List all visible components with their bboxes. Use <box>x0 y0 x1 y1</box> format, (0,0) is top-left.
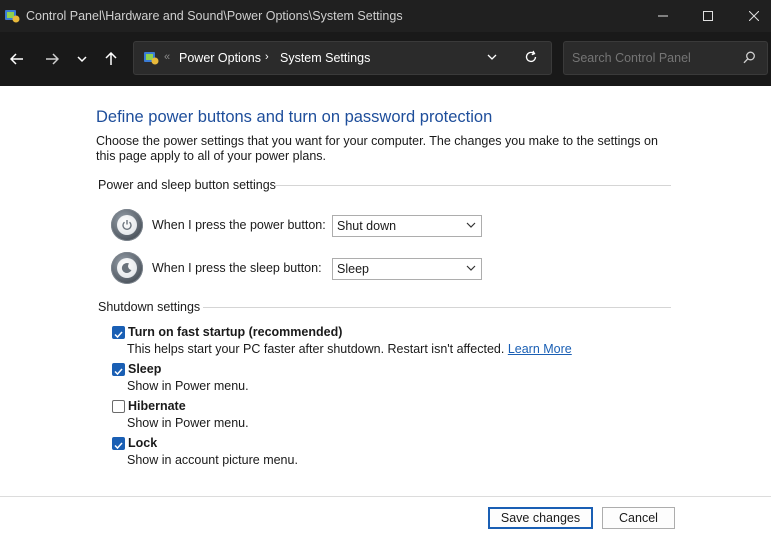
power-button-value: Shut down <box>337 219 397 233</box>
hibernate-label[interactable]: Hibernate <box>128 399 186 413</box>
lock-description: Show in account picture menu. <box>127 453 298 467</box>
hibernate-checkbox[interactable] <box>112 400 125 413</box>
arrow-up-icon <box>105 52 117 65</box>
window-title: Control Panel\Hardware and Sound\Power O… <box>26 9 403 23</box>
cancel-button[interactable]: Cancel <box>602 507 675 529</box>
sleep-description: Show in Power menu. <box>127 379 249 393</box>
learn-more-link[interactable]: Learn More <box>508 342 572 356</box>
lock-checkbox[interactable] <box>112 437 125 450</box>
power-button-icon <box>111 209 143 241</box>
back-button[interactable] <box>5 48 29 70</box>
moon-icon <box>121 263 132 274</box>
sleep-button-label: When I press the sleep button: <box>152 261 322 275</box>
fast-startup-description: This helps start your PC faster after sh… <box>127 342 572 356</box>
section-divider <box>274 185 671 186</box>
power-button-label: When I press the power button: <box>152 218 326 232</box>
forward-button[interactable] <box>40 48 64 70</box>
sleep-checkbox[interactable] <box>112 363 125 376</box>
maximize-icon <box>703 11 713 21</box>
page-title: Define power buttons and turn on passwor… <box>96 108 493 126</box>
checkmark-icon <box>114 368 123 376</box>
search-icon[interactable] <box>743 51 756 64</box>
chevron-down-icon <box>77 56 87 63</box>
recent-locations-button[interactable] <box>70 48 94 70</box>
sleep-button-value: Sleep <box>337 262 369 276</box>
search-box[interactable] <box>563 41 768 75</box>
sleep-button-icon <box>111 252 143 284</box>
page-description: Choose the power settings that you want … <box>96 134 658 163</box>
breadcrumb-power-options[interactable]: Power Options <box>179 51 261 65</box>
maximize-button[interactable] <box>685 0 731 32</box>
hibernate-description: Show in Power menu. <box>127 416 249 430</box>
fast-startup-description-text: This helps start your PC faster after sh… <box>127 342 505 356</box>
search-input[interactable] <box>572 51 742 65</box>
refresh-icon[interactable] <box>524 50 538 64</box>
sleep-button-select[interactable]: Sleep <box>332 258 482 280</box>
fast-startup-checkbox[interactable] <box>112 326 125 339</box>
power-section-title: Power and sleep button settings <box>98 178 276 192</box>
breadcrumb-overflow[interactable]: « <box>164 51 170 63</box>
close-icon <box>749 11 759 21</box>
arrow-left-icon <box>10 53 23 65</box>
save-changes-button[interactable]: Save changes <box>488 507 593 529</box>
chevron-down-icon <box>466 265 476 271</box>
footer-divider <box>0 496 771 497</box>
control-panel-icon <box>5 10 20 23</box>
control-panel-icon <box>144 52 159 65</box>
fast-startup-label[interactable]: Turn on fast startup (recommended) <box>128 325 342 339</box>
section-divider <box>203 307 671 308</box>
close-button[interactable] <box>731 0 771 32</box>
lock-label[interactable]: Lock <box>128 436 157 450</box>
sleep-label[interactable]: Sleep <box>128 362 161 376</box>
address-dropdown-icon[interactable] <box>487 53 497 61</box>
chevron-down-icon <box>466 222 476 228</box>
checkmark-icon <box>114 331 123 339</box>
up-button[interactable] <box>99 48 123 70</box>
minimize-button[interactable] <box>640 0 686 32</box>
checkmark-icon <box>114 442 123 450</box>
power-button-select[interactable]: Shut down <box>332 215 482 237</box>
breadcrumb-system-settings[interactable]: System Settings <box>280 51 370 65</box>
shutdown-section-title: Shutdown settings <box>98 300 201 314</box>
arrow-right-icon <box>46 53 59 65</box>
minimize-icon <box>658 15 668 17</box>
breadcrumb-separator[interactable]: › <box>265 51 269 63</box>
power-symbol-icon <box>122 220 132 231</box>
